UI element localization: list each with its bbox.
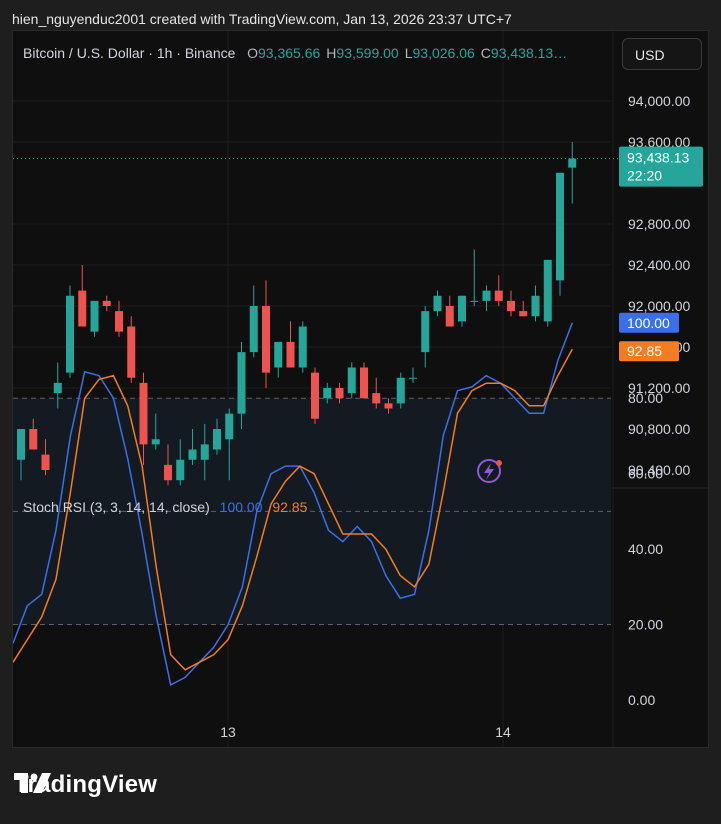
candle-body xyxy=(347,367,356,394)
time-tick-label: 13 xyxy=(220,724,236,740)
candle-body xyxy=(421,311,430,353)
chart-svg[interactable]: 94,000.0093,600.0092,800.0092,400.0092,0… xyxy=(13,31,709,748)
symbol-title: Bitcoin / U.S. Dollar · 1h · Binance xyxy=(23,45,236,61)
candle-body xyxy=(286,341,295,368)
tradingview-logo[interactable]: TradingView xyxy=(14,771,157,799)
candle-body xyxy=(556,172,564,281)
open-value: 93,365.66 xyxy=(257,45,321,61)
candle-body xyxy=(531,295,540,317)
candle-body xyxy=(262,306,270,373)
close-label: C xyxy=(480,45,491,61)
candle-body xyxy=(360,367,368,399)
price-tick-label: 92,400.00 xyxy=(628,257,690,273)
time-tick-label: 14 xyxy=(495,724,511,740)
symbol-legend: Bitcoin / U.S. Dollar · 1h · Binance O93… xyxy=(23,45,573,61)
chart-panel[interactable]: 94,000.00 93,600.00 92,800.00 92,400.00 92,0… xyxy=(12,30,709,748)
lightning-icon-dot xyxy=(496,460,502,466)
candle-body xyxy=(90,300,99,332)
candle-body xyxy=(298,326,307,368)
tradingview-logo-icon xyxy=(14,773,51,793)
candle-body xyxy=(445,306,454,327)
candle-body xyxy=(323,388,332,399)
price-tick-label: 94,000.00 xyxy=(628,93,690,109)
candle-body xyxy=(519,311,528,317)
candle-body xyxy=(78,290,87,327)
candle-body xyxy=(29,429,38,450)
candle-body xyxy=(237,352,246,414)
candle-body xyxy=(470,300,479,302)
price-tick-label: 92,000.00 xyxy=(628,298,690,314)
candle-body xyxy=(507,300,515,312)
candle-body xyxy=(164,464,172,481)
stoch-tick-label: 60.00 xyxy=(628,466,663,482)
close-value: 93,438.13… xyxy=(490,45,568,61)
stoch-k-value: 100.00 xyxy=(219,499,263,515)
candle-body xyxy=(311,372,319,419)
candle-countdown: 22:20 xyxy=(627,168,662,184)
price-tick-label: 92,800.00 xyxy=(628,216,690,232)
candle-body xyxy=(433,295,442,312)
candle-body xyxy=(151,439,160,445)
low-value: 93,026.06 xyxy=(412,45,475,61)
open-label: O xyxy=(247,45,258,61)
stoch-d-badge-label: 92.85 xyxy=(627,343,662,359)
chart-header-credit: hien_nguyenduc2001 created with TradingV… xyxy=(12,11,512,27)
high-label: H xyxy=(326,45,337,61)
candle-body xyxy=(176,459,185,481)
stoch-rsi-legend: Stoch RSI (3, 3, 14, 14, close) 100.00 9… xyxy=(23,499,307,515)
candle-body xyxy=(372,393,381,404)
candle-body xyxy=(225,413,234,440)
candle-body xyxy=(66,295,74,373)
candle-body xyxy=(568,158,577,168)
stoch-tick-label: 80.00 xyxy=(628,390,663,406)
candle-body xyxy=(409,377,417,379)
candle-body xyxy=(41,454,50,470)
stoch-tick-label: 20.00 xyxy=(628,617,663,633)
stoch-rsi-label: Stoch RSI (3, 3, 14, 14, close) xyxy=(23,499,210,515)
candle-body xyxy=(335,388,344,399)
candle-body xyxy=(494,290,503,301)
stoch-tick-label: 40.00 xyxy=(628,541,663,557)
stoch-k-badge-label: 100.00 xyxy=(627,315,670,331)
candle-body xyxy=(458,295,466,322)
stoch-d-value: 92.85 xyxy=(272,499,308,515)
candle-body xyxy=(384,403,393,409)
candle-body xyxy=(213,429,221,450)
low-label: L xyxy=(404,45,413,61)
stoch-tick-label: 0.00 xyxy=(628,692,655,708)
candle-body xyxy=(482,290,491,301)
candle-body xyxy=(249,306,258,353)
candle-body xyxy=(115,311,123,332)
candle-body xyxy=(17,429,25,460)
candle-body xyxy=(396,377,405,404)
candle-body xyxy=(200,444,209,460)
candle-body xyxy=(274,341,283,368)
candle-body xyxy=(139,382,148,445)
price-tick-label: 90,800.00 xyxy=(628,421,690,437)
candle-body xyxy=(102,300,111,306)
currency-button[interactable]: USD xyxy=(622,38,702,70)
high-value: 93,599.00 xyxy=(336,45,399,61)
candle-body xyxy=(188,449,197,460)
last-price-value: 93,438.13 xyxy=(627,150,689,166)
candle-body xyxy=(53,382,62,394)
candle-body xyxy=(543,259,552,322)
candle-body xyxy=(127,326,136,378)
